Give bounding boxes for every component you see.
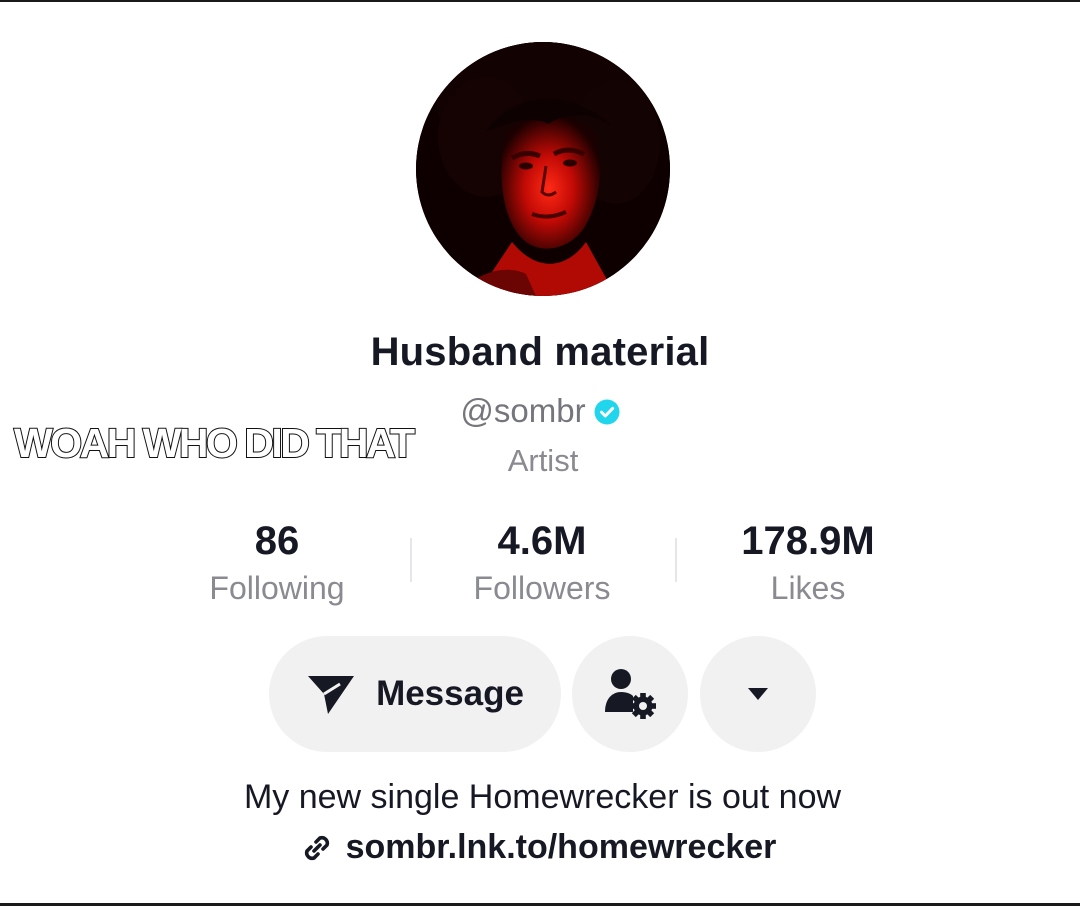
following-count: 86: [254, 519, 300, 563]
username-handle: @sombr: [460, 392, 586, 429]
stat-divider: [410, 538, 412, 582]
stat-divider: [675, 538, 677, 582]
caret-down-icon: [748, 688, 768, 700]
avatar[interactable]: [416, 42, 670, 296]
overlay-caption: WOAH WHO DID THAT: [13, 419, 416, 467]
send-icon: [308, 676, 355, 714]
followers-stat[interactable]: 4.6M Followers: [440, 516, 644, 608]
verified-badge-icon: [594, 399, 620, 425]
message-button-label: Message: [376, 674, 524, 713]
following-label: Following: [209, 570, 345, 606]
profile-settings-button[interactable]: [572, 636, 688, 752]
bio-link-text[interactable]: sombr.lnk.to/homewrecker: [346, 828, 777, 867]
bio-text: My new single Homewrecker is out now: [243, 778, 842, 816]
top-border: [0, 0, 1080, 2]
avatar-image: [416, 42, 670, 296]
followers-label: Followers: [473, 570, 611, 606]
link-icon: [304, 835, 329, 860]
bio-link[interactable]: sombr.lnk.to/homewrecker: [0, 828, 1076, 867]
likes-label: Likes: [770, 570, 846, 606]
display-name: Husband material: [370, 330, 710, 374]
likes-stat[interactable]: 178.9M Likes: [698, 516, 918, 608]
user-gear-icon: [605, 669, 656, 719]
likes-count: 178.9M: [741, 519, 875, 563]
followers-count: 4.6M: [497, 519, 587, 563]
more-options-button[interactable]: [700, 636, 816, 752]
following-stat[interactable]: 86 Following: [177, 516, 377, 608]
message-button[interactable]: Message: [269, 636, 561, 752]
